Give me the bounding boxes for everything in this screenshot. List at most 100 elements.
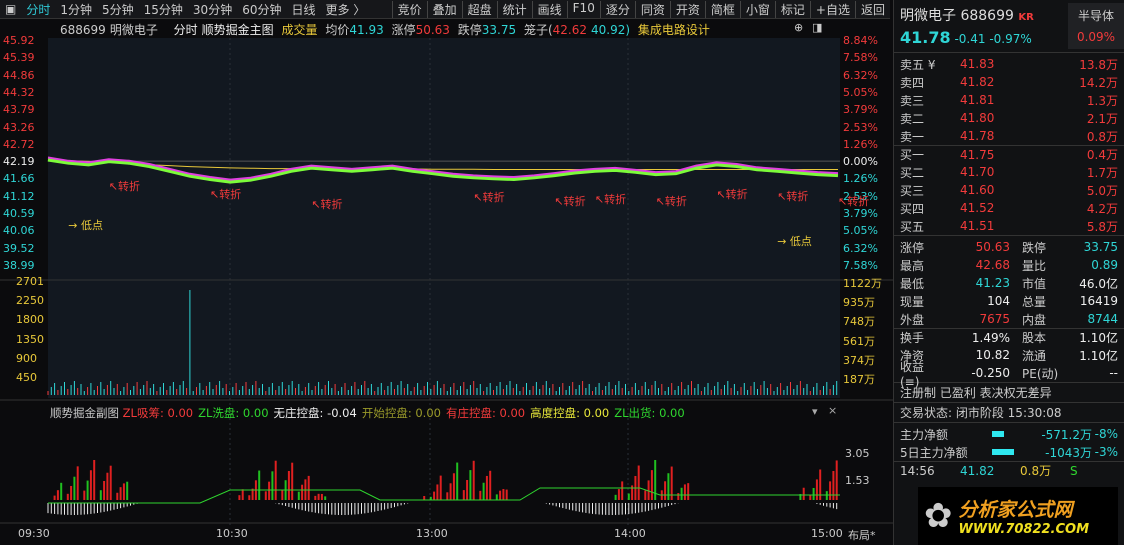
time-tick: 09:30 bbox=[18, 527, 50, 540]
tick-row: 14:56 41.82 0.8万 S bbox=[894, 461, 1124, 479]
price-tick: 42.19 bbox=[3, 155, 35, 169]
volume-tick-right: 748万 bbox=[843, 315, 875, 329]
sub-indicator: 开始控盘: 0.00 bbox=[361, 406, 441, 420]
pct-tick: 3.79% bbox=[843, 207, 878, 220]
sub-chart-header: 顺势掘金副图 ZL吸筹: 0.00 ZL洗盘: 0.00 无庄控盘: -0.04 开始… bbox=[50, 406, 685, 420]
time-tick: 13:00 bbox=[416, 527, 448, 540]
volume-tick-right: 187万 bbox=[843, 373, 875, 386]
order-book-row[interactable]: 卖二 41.80 2.1万 bbox=[894, 109, 1124, 127]
pct-tick: 0.00% bbox=[843, 155, 878, 169]
order-book-row[interactable]: 卖五 ¥41.83 13.8万 bbox=[894, 55, 1124, 73]
pct-tick: 2.53% bbox=[843, 120, 878, 134]
volume-tick: 2701 bbox=[16, 275, 44, 288]
order-book-row[interactable]: 卖一 41.78 0.8万 bbox=[894, 127, 1124, 145]
chart-annotation: ↖转折 bbox=[838, 194, 870, 208]
volume-tick: 1350 bbox=[16, 332, 44, 346]
price-tick: 42.72 bbox=[3, 137, 35, 151]
stat-row: 最高 42.68 量比 0.89 bbox=[900, 258, 1118, 273]
order-book-row[interactable]: 买五 41.51 5.8万 bbox=[894, 217, 1124, 235]
volume-tick-right: 561万 bbox=[843, 334, 875, 348]
stat-row: 现量 104 总量 16419 bbox=[900, 294, 1118, 309]
stock-tags: 注册制 已盈利 表决权无差异 bbox=[894, 382, 1124, 402]
order-book-row[interactable]: 卖三 41.81 1.3万 bbox=[894, 91, 1124, 109]
price-tick: 44.32 bbox=[3, 85, 35, 99]
pct-tick: 3.79% bbox=[843, 103, 878, 117]
order-book-row[interactable]: 买三 41.60 5.0万 bbox=[894, 181, 1124, 199]
volume-tick-right: 935万 bbox=[843, 296, 875, 310]
order-book-row[interactable]: 买二 41.70 1.7万 bbox=[894, 163, 1124, 181]
chart-annotation: ↖转折 bbox=[108, 180, 140, 194]
pct-tick: 7.58% bbox=[843, 51, 878, 65]
watermark-logo: ✿ 分析家公式网 WWW.70822.COM bbox=[918, 487, 1118, 545]
stat-row: 换手 1.49% 股本 1.10亿 bbox=[894, 328, 1124, 346]
chart-annotation: ↖转折 bbox=[655, 194, 687, 208]
pct-tick: 8.84% bbox=[843, 34, 878, 47]
volume-tick-right: 374万 bbox=[843, 353, 875, 367]
order-book-row[interactable]: 买四 41.52 4.2万 bbox=[894, 199, 1124, 217]
volume-tick: 900 bbox=[16, 351, 37, 365]
price-tick: 39.52 bbox=[3, 241, 35, 255]
stat-row: 收益(≡) -0.250 PE(动) -- bbox=[900, 359, 1118, 389]
sub-axis-tick: 1.53 bbox=[845, 474, 870, 487]
pct-tick: 1.26% bbox=[843, 172, 878, 186]
order-book-row[interactable]: 买一 41.75 0.4万 bbox=[894, 145, 1124, 163]
sub-indicator: ZL出货: 0.00 bbox=[614, 406, 685, 420]
volume-tick-right: 1122万 bbox=[843, 277, 882, 290]
price-tick: 40.06 bbox=[3, 224, 35, 238]
chart-annotation: ↖转折 bbox=[210, 188, 242, 202]
chart-annotation: ↖转折 bbox=[594, 193, 627, 207]
pct-tick: 5.05% bbox=[843, 85, 878, 99]
flower-logo-icon: ✿ bbox=[924, 496, 953, 536]
time-tick: 10:30 bbox=[216, 527, 248, 540]
trade-status: 交易状态: 闭市阶段 15:30:08 bbox=[894, 402, 1124, 422]
price-tick: 41.66 bbox=[3, 172, 35, 186]
sub-indicator: 高度控盘: 0.00 bbox=[530, 406, 610, 420]
flow-bar bbox=[992, 431, 1004, 437]
sub-line bbox=[48, 487, 840, 504]
order-book-row[interactable]: 卖四 41.82 14.2万 bbox=[894, 73, 1124, 91]
price-tick: 38.99 bbox=[3, 258, 35, 272]
layout-button[interactable]: 布局* bbox=[848, 527, 876, 543]
chart-annotation: → 低点 bbox=[68, 219, 103, 233]
price-tick: 45.39 bbox=[3, 51, 35, 65]
chart-annotation: ↖转折 bbox=[777, 189, 809, 203]
pct-tick: 6.32% bbox=[843, 241, 878, 255]
chart-annotation: ↖转折 bbox=[311, 197, 343, 211]
volume-tick: 450 bbox=[16, 371, 37, 384]
quote-panel: 明微电子 688699 KR 41.78 -0.41 -0.97% 半导体 0.0… bbox=[893, 0, 1124, 545]
close-icon[interactable]: × bbox=[828, 404, 837, 417]
sub-axis-tick: 3.05 bbox=[845, 447, 870, 460]
chart-bg bbox=[48, 38, 840, 398]
price-tick: 43.79 bbox=[3, 103, 35, 117]
sub-indicator: 无庄控盘: -0.04 bbox=[273, 406, 357, 420]
price-tick: 40.59 bbox=[3, 207, 35, 220]
stat-row: 最低 41.23 市值 46.0亿 bbox=[900, 276, 1118, 291]
sub-indicator: ZL洗盘: 0.00 bbox=[198, 406, 269, 420]
volume-tick: 2250 bbox=[16, 294, 44, 308]
chart-annotation: ↖转折 bbox=[554, 194, 586, 208]
sub-indicator: ZL吸筹: 0.00 bbox=[122, 406, 194, 420]
sub-indicator: 有庄控盘: 0.00 bbox=[445, 406, 526, 420]
price-tick: 41.12 bbox=[3, 189, 35, 203]
pct-tick: 7.58% bbox=[843, 258, 878, 272]
pct-tick: 1.26% bbox=[843, 137, 878, 151]
chart-annotation: → 低点 bbox=[777, 235, 812, 249]
fund-flow-row: 主力净额 -571.2万 -8% bbox=[900, 427, 1118, 442]
intraday-chart[interactable] bbox=[0, 0, 893, 545]
price-tick: 45.92 bbox=[3, 34, 35, 47]
chart-annotation: ↖转折 bbox=[473, 191, 505, 205]
stat-row: 涨停 50.63 跌停 33.75 bbox=[900, 240, 1118, 255]
sector-badge[interactable]: 半导体 0.09% bbox=[1068, 3, 1124, 49]
pct-tick: 5.05% bbox=[843, 224, 878, 238]
fund-flow-row: 5日主力净额 -1043万 -3% bbox=[900, 445, 1118, 460]
time-tick: 14:00 bbox=[614, 527, 646, 540]
volume-tick: 1800 bbox=[16, 313, 44, 327]
stat-row: 外盘 7675 内盘 8744 bbox=[900, 312, 1118, 327]
chart-annotation: ↖转折 bbox=[716, 188, 748, 202]
time-tick: 15:00 bbox=[811, 527, 843, 540]
pct-tick: 6.32% bbox=[843, 68, 878, 82]
price-tick: 44.86 bbox=[3, 68, 35, 82]
price-tick: 43.26 bbox=[3, 120, 35, 134]
flow-bar bbox=[992, 449, 1014, 455]
dropdown-icon[interactable]: ▾ bbox=[812, 405, 818, 418]
